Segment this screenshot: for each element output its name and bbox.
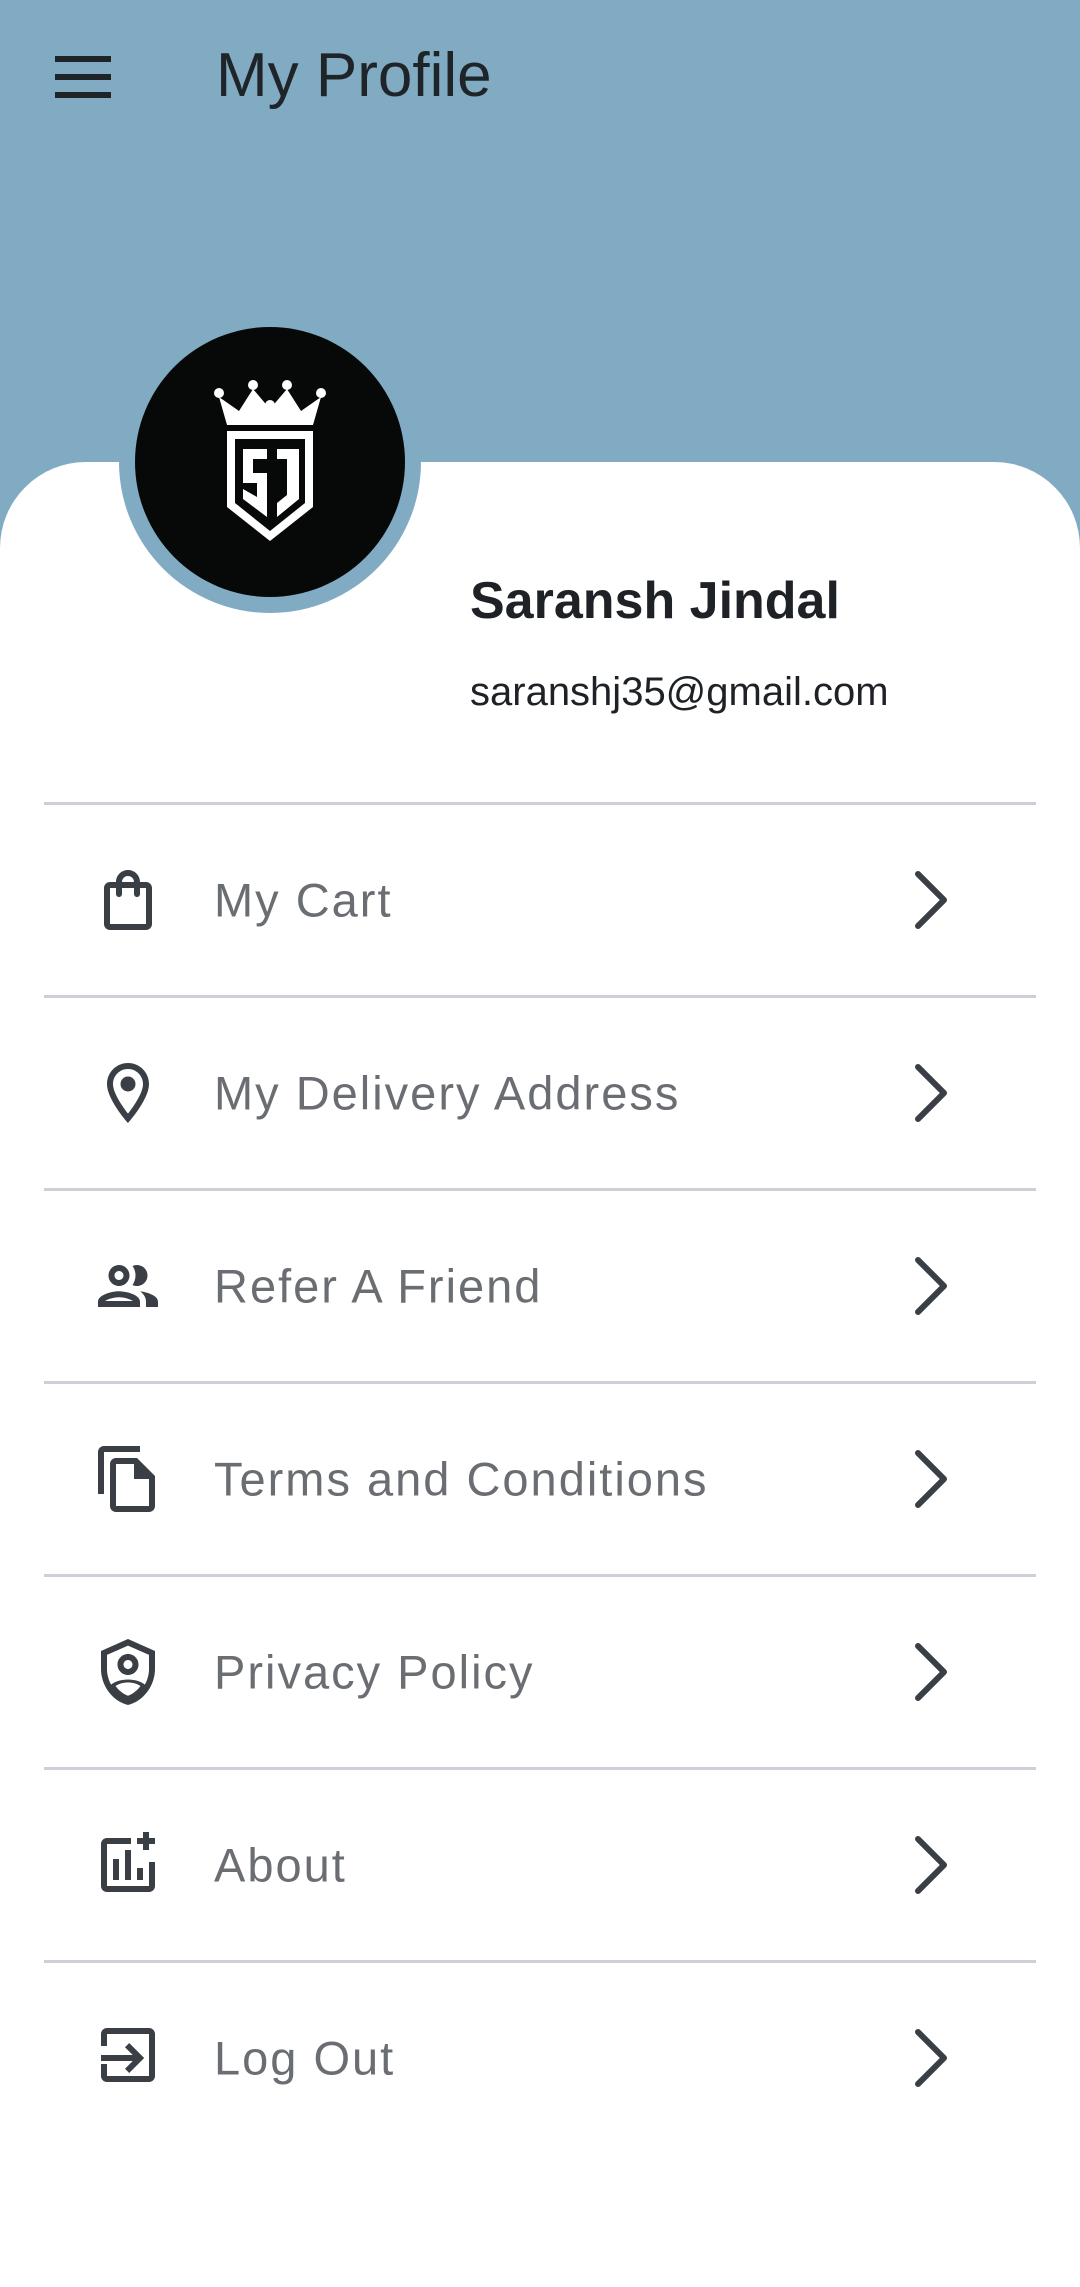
shopping-bag-icon — [92, 864, 164, 936]
chevron-right-icon — [902, 1254, 958, 1318]
menu-item-terms[interactable]: Terms and Conditions — [44, 1381, 1036, 1574]
chevron-right-icon — [902, 1447, 958, 1511]
menu-item-label: My Cart — [214, 873, 393, 927]
menu-item-label: My Delivery Address — [214, 1066, 681, 1120]
menu-item-my-cart[interactable]: My Cart — [44, 802, 1036, 995]
people-icon — [92, 1250, 164, 1322]
user-name: Saransh Jindal — [470, 572, 840, 630]
chevron-right-icon — [902, 2026, 958, 2090]
documents-icon — [92, 1443, 164, 1515]
user-email: saranshj35@gmail.com — [470, 670, 889, 714]
menu-item-refer-friend[interactable]: Refer A Friend — [44, 1188, 1036, 1381]
avatar[interactable] — [135, 327, 405, 597]
menu-item-label: About — [214, 1838, 347, 1892]
shield-user-icon — [92, 1636, 164, 1708]
hamburger-menu-icon[interactable] — [50, 48, 118, 106]
menu-item-about[interactable]: About — [44, 1767, 1036, 1960]
chevron-right-icon — [902, 1833, 958, 1897]
profile-menu-list: My Cart My Delivery Address Refer A Frie… — [44, 802, 1036, 2153]
menu-item-label: Log Out — [214, 2031, 396, 2085]
menu-item-label: Terms and Conditions — [214, 1452, 709, 1506]
chart-add-icon — [92, 1829, 164, 1901]
logout-icon — [92, 2022, 164, 2094]
sj-crown-logo — [214, 380, 326, 541]
page-title: My Profile — [216, 41, 492, 110]
menu-item-log-out[interactable]: Log Out — [44, 1960, 1036, 2153]
chevron-right-icon — [902, 868, 958, 932]
menu-item-label: Refer A Friend — [214, 1259, 543, 1313]
menu-item-label: Privacy Policy — [214, 1645, 535, 1699]
location-pin-icon — [92, 1057, 164, 1129]
chevron-right-icon — [902, 1640, 958, 1704]
menu-item-delivery-address[interactable]: My Delivery Address — [44, 995, 1036, 1188]
menu-item-privacy-policy[interactable]: Privacy Policy — [44, 1574, 1036, 1767]
chevron-right-icon — [902, 1061, 958, 1125]
